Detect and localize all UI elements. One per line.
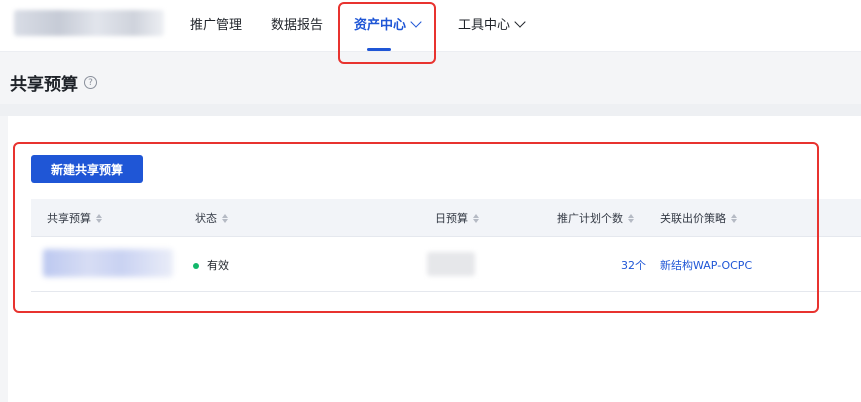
sort-icon[interactable]: [473, 213, 479, 223]
new-shared-budget-button[interactable]: 新建共享预算: [31, 155, 143, 183]
help-icon[interactable]: ?: [84, 76, 97, 89]
status-dot-icon: [193, 263, 199, 269]
column-header-label: 状态: [195, 212, 217, 225]
bid-strategy-link[interactable]: 新结构WAP-OCPC: [660, 257, 752, 273]
table-header: 共享预算 状态 日预算 推广计划个数 关联出价策略: [31, 199, 861, 237]
top-navigation-bar: 推广管理 数据报告 资产中心 工具中心: [0, 0, 861, 52]
nav-item-data-report[interactable]: 数据报告: [271, 14, 323, 33]
plan-count-link[interactable]: 32个: [621, 257, 646, 273]
sort-icon[interactable]: [222, 213, 228, 223]
sort-icon[interactable]: [731, 213, 737, 223]
sort-icon[interactable]: [628, 213, 634, 223]
logo[interactable]: [14, 10, 164, 36]
column-header-bid-strategy[interactable]: 关联出价策略: [660, 210, 737, 226]
section-divider: [0, 104, 861, 116]
page-title-text: 共享预算: [10, 75, 78, 95]
nav-item-label: 资产中心: [354, 18, 407, 33]
status-text: 有效: [207, 259, 229, 272]
column-header-label: 推广计划个数: [557, 212, 623, 225]
budget-name-cell[interactable]: [43, 249, 173, 277]
nav-item-label: 推广管理: [190, 18, 243, 33]
column-header-label: 共享预算: [47, 212, 91, 225]
column-header-plan-count[interactable]: 推广计划个数: [557, 210, 634, 226]
table-row: 有效 32个 新结构WAP-OCPC: [31, 237, 861, 292]
chevron-down-icon: [514, 15, 526, 28]
column-header-daily-budget[interactable]: 日预算: [435, 210, 479, 226]
column-header-label: 日预算: [435, 212, 468, 225]
sort-icon[interactable]: [96, 213, 102, 223]
status-cell: 有效: [193, 257, 229, 273]
nav-item-label: 工具中心: [458, 18, 511, 33]
daily-budget-cell: [427, 252, 475, 276]
nav-item-tool-center[interactable]: 工具中心: [458, 14, 526, 33]
column-header-status[interactable]: 状态: [195, 210, 228, 226]
nav-item-promotion-management[interactable]: 推广管理: [190, 14, 242, 33]
active-tab-indicator: [367, 48, 391, 51]
column-header-label: 关联出价策略: [660, 212, 726, 225]
chevron-down-icon: [410, 15, 422, 28]
nav-item-label: 数据报告: [271, 18, 324, 33]
page-title: 共享预算 ?: [10, 70, 97, 95]
column-header-shared-budget[interactable]: 共享预算: [47, 210, 102, 226]
nav-item-asset-center[interactable]: 资产中心: [354, 14, 422, 33]
